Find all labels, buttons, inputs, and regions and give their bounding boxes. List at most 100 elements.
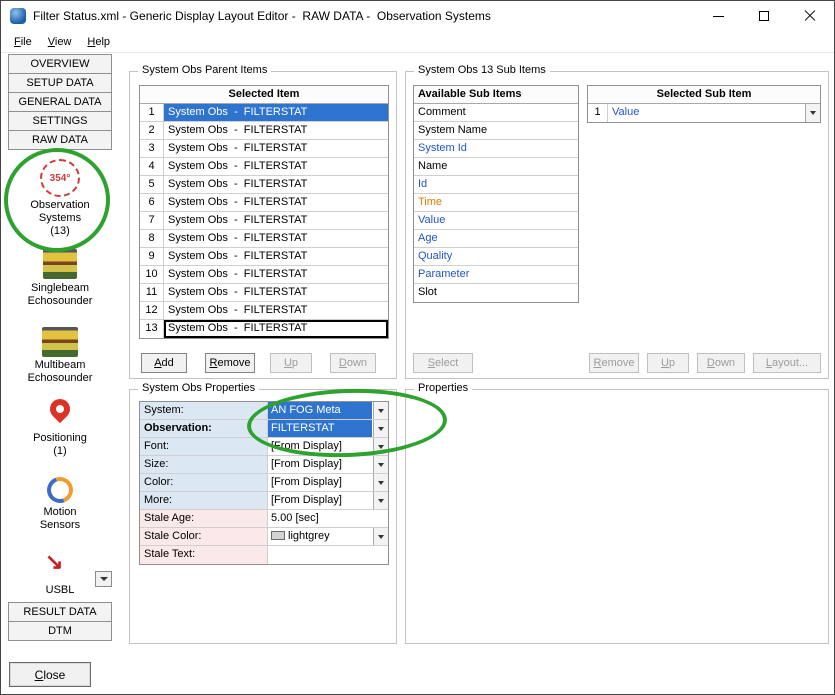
- system-combobox[interactable]: AN FOG Meta: [268, 402, 388, 419]
- row-label[interactable]: System Obs - FILTERSTAT: [164, 212, 388, 229]
- usbl-arrow-icon[interactable]: ↘: [45, 551, 63, 573]
- available-sub-item[interactable]: Comment: [414, 104, 578, 122]
- available-sub-item[interactable]: Parameter: [414, 266, 578, 284]
- sidebar-item-general-data[interactable]: GENERAL DATA: [8, 92, 112, 112]
- stale-text-field[interactable]: [268, 546, 388, 564]
- up-button[interactable]: Up: [270, 353, 312, 373]
- row-label[interactable]: System Obs - FILTERSTAT: [164, 122, 388, 139]
- combobox-value[interactable]: FILTERSTAT: [268, 420, 372, 437]
- positioning-pin-icon[interactable]: [46, 395, 74, 423]
- minimize-button[interactable]: [695, 1, 741, 31]
- combobox-value[interactable]: [From Display]: [268, 492, 372, 509]
- available-sub-item[interactable]: Age: [414, 230, 578, 248]
- dropdown-arrow-icon[interactable]: [373, 420, 388, 437]
- combobox-value[interactable]: [From Display]: [268, 474, 372, 491]
- field-value[interactable]: 5.00 [sec]: [268, 510, 388, 527]
- dropdown-arrow-icon[interactable]: [373, 438, 388, 455]
- dropdown-arrow-icon[interactable]: [805, 104, 820, 122]
- table-row[interactable]: 9 System Obs - FILTERSTAT: [140, 248, 388, 266]
- menu-view[interactable]: View: [40, 33, 80, 51]
- close-window-button[interactable]: [787, 1, 833, 31]
- maximize-button[interactable]: [741, 1, 787, 31]
- font-combobox[interactable]: [From Display]: [268, 438, 388, 455]
- remove-button[interactable]: Remove: [205, 353, 255, 373]
- dropdown-arrow-icon[interactable]: [373, 402, 388, 419]
- color-combobox[interactable]: [From Display]: [268, 474, 388, 491]
- select-button[interactable]: Select: [413, 353, 473, 373]
- table-row[interactable]: 3 System Obs - FILTERSTAT: [140, 140, 388, 158]
- available-sub-item[interactable]: Time: [414, 194, 578, 212]
- layout-button[interactable]: Layout...: [753, 353, 821, 373]
- table-row[interactable]: 5 System Obs - FILTERSTAT: [140, 176, 388, 194]
- sidebar-item-singlebeam-echosounder[interactable]: Singlebeam Echosounder: [5, 282, 115, 308]
- combobox-value[interactable]: [From Display]: [268, 456, 372, 473]
- menu-file[interactable]: File: [6, 33, 40, 51]
- sidebar-item-overview[interactable]: OVERVIEW: [8, 54, 112, 74]
- dropdown-arrow-icon[interactable]: [373, 528, 388, 545]
- sidebar-item-result-data[interactable]: RESULT DATA: [8, 602, 112, 622]
- row-label[interactable]: System Obs - FILTERSTAT: [164, 230, 388, 247]
- table-row[interactable]: 4 System Obs - FILTERSTAT: [140, 158, 388, 176]
- add-button[interactable]: Add: [141, 353, 187, 373]
- table-row[interactable]: 7 System Obs - FILTERSTAT: [140, 212, 388, 230]
- combobox-value[interactable]: [From Display]: [268, 438, 372, 455]
- table-row[interactable]: 10 System Obs - FILTERSTAT: [140, 266, 388, 284]
- row-label[interactable]: System Obs - FILTERSTAT: [164, 140, 388, 157]
- close-button[interactable]: Close: [9, 662, 91, 687]
- available-sub-item[interactable]: Value: [414, 212, 578, 230]
- row-label[interactable]: System Obs - FILTERSTAT: [164, 194, 388, 211]
- available-sub-item[interactable]: Name: [414, 158, 578, 176]
- row-label[interactable]: System Obs - FILTERSTAT: [164, 158, 388, 175]
- sidebar-item-raw-data[interactable]: RAW DATA: [8, 130, 112, 150]
- sub-up-button[interactable]: Up: [647, 353, 689, 373]
- observation-combobox[interactable]: FILTERSTAT: [268, 420, 388, 437]
- table-row[interactable]: 8 System Obs - FILTERSTAT: [140, 230, 388, 248]
- row-label[interactable]: System Obs - FILTERSTAT: [164, 320, 388, 338]
- available-sub-item[interactable]: Id: [414, 176, 578, 194]
- dropdown-arrow-icon[interactable]: [373, 492, 388, 509]
- menu-help[interactable]: Help: [79, 33, 118, 51]
- available-sub-item[interactable]: Quality: [414, 248, 578, 266]
- row-label[interactable]: System Obs - FILTERSTAT: [164, 284, 388, 301]
- down-button[interactable]: Down: [330, 353, 376, 373]
- table-row[interactable]: 13 System Obs - FILTERSTAT: [140, 320, 388, 338]
- combobox-value[interactable]: AN FOG Meta: [268, 402, 372, 419]
- sidebar-item-multibeam-echosounder[interactable]: Multibeam Echosounder: [5, 359, 115, 385]
- selected-sub-item-row[interactable]: 1 Value: [588, 104, 820, 122]
- multibeam-echosounder-icon[interactable]: [42, 327, 78, 357]
- sidebar-item-usbl[interactable]: USBL: [5, 584, 115, 597]
- row-label[interactable]: System Obs - FILTERSTAT: [164, 266, 388, 283]
- table-row[interactable]: 12 System Obs - FILTERSTAT: [140, 302, 388, 320]
- row-label[interactable]: System Obs - FILTERSTAT: [164, 302, 388, 319]
- dropdown-arrow-icon[interactable]: [373, 456, 388, 473]
- row-label[interactable]: System Obs - FILTERSTAT: [164, 248, 388, 265]
- sidebar-item-observation-systems[interactable]: Observation Systems (13): [5, 199, 115, 238]
- table-row[interactable]: 11 System Obs - FILTERSTAT: [140, 284, 388, 302]
- available-sub-item[interactable]: Slot: [414, 284, 578, 302]
- singlebeam-echosounder-icon[interactable]: [43, 249, 77, 279]
- row-label[interactable]: System Obs - FILTERSTAT: [164, 176, 388, 193]
- sub-down-button[interactable]: Down: [697, 353, 745, 373]
- table-row[interactable]: 6 System Obs - FILTERSTAT: [140, 194, 388, 212]
- combobox-value[interactable]: lightgrey: [268, 528, 372, 545]
- sidebar-item-positioning[interactable]: Positioning (1): [5, 432, 115, 458]
- sidebar-item-setup-data[interactable]: SETUP DATA: [8, 73, 112, 93]
- dropdown-arrow-icon[interactable]: [373, 474, 388, 491]
- available-sub-item[interactable]: System Id: [414, 140, 578, 158]
- stale-age-field[interactable]: 5.00 [sec]: [268, 510, 388, 527]
- sidebar-item-motion-sensors[interactable]: Motion Sensors: [5, 506, 115, 532]
- field-value[interactable]: [268, 546, 388, 564]
- motion-sensors-icon[interactable]: [43, 473, 78, 508]
- row-label[interactable]: System Obs - FILTERSTAT: [164, 104, 388, 121]
- table-row[interactable]: 1 System Obs - FILTERSTAT: [140, 104, 388, 122]
- combobox-value[interactable]: Value: [612, 106, 639, 118]
- table-row[interactable]: 2 System Obs - FILTERSTAT: [140, 122, 388, 140]
- more-combobox[interactable]: [From Display]: [268, 492, 388, 509]
- sub-item-combobox[interactable]: Value: [608, 104, 820, 122]
- stale-color-combobox[interactable]: lightgrey: [268, 528, 388, 545]
- size-combobox[interactable]: [From Display]: [268, 456, 388, 473]
- gyro-compass-icon[interactable]: 354°: [40, 159, 80, 197]
- sub-remove-button[interactable]: Remove: [589, 353, 639, 373]
- sidebar-item-settings[interactable]: SETTINGS: [8, 111, 112, 131]
- sidebar-item-dtm[interactable]: DTM: [8, 621, 112, 641]
